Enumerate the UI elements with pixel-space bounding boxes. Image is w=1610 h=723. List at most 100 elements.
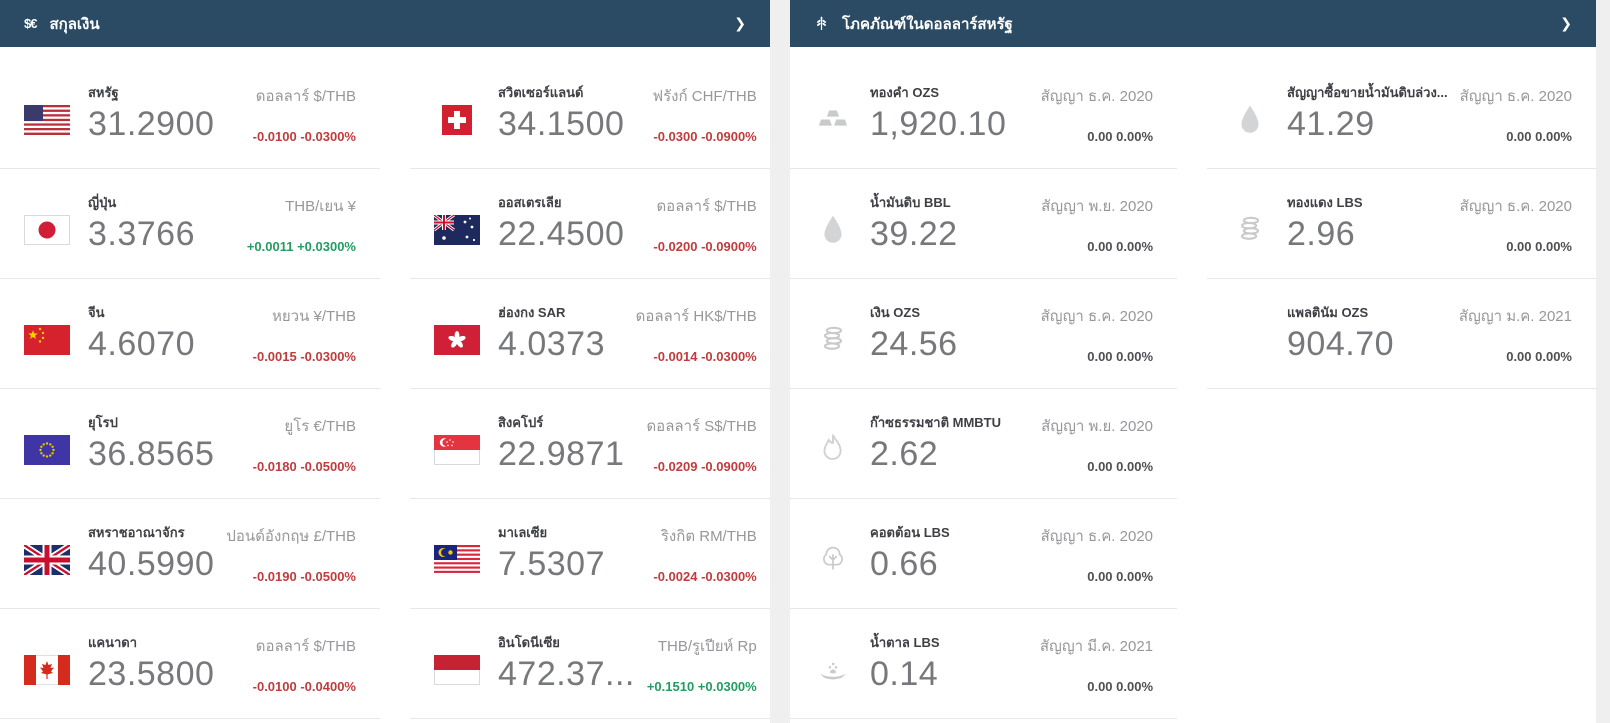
chevron-right-icon[interactable]: ❯ (1560, 15, 1572, 32)
contract-label: สัญญา พ.ย. 2020 (1041, 417, 1154, 435)
currency-pair-label: ปอนด์อังกฤษ £/THB (226, 527, 356, 545)
currency-card-hong-kong[interactable]: ฮ่องกง SAR 4.0373 ดอลลาร์ HK$/THB -0.0014 … (410, 279, 781, 389)
currency-price: 34.1500 (498, 105, 625, 144)
panel-divider (770, 0, 790, 723)
commodity-price: 904.70 (1287, 325, 1395, 364)
page-edge (1596, 0, 1610, 723)
sugar-spoon-icon (814, 650, 854, 688)
commodity-card-crude-futures[interactable]: สัญญาซื้อขายน้ำมันดิบล่วง... 41.29 สัญญา … (1207, 59, 1596, 169)
japan-flag-icon (24, 214, 70, 245)
currency-card-europe[interactable]: ยุโรป 36.8565 ยูโร €/THB -0.0180 -0.0500% (0, 389, 380, 499)
commodity-name: สัญญาซื้อขายน้ำมันดิบล่วง... (1287, 85, 1448, 101)
commodity-card-gold[interactable]: ทองคำ OZS 1,920.10 สัญญา ธ.ค. 2020 0.00 0.… (790, 59, 1178, 169)
currency-pair-label: ยูโร €/THB (284, 417, 356, 435)
wheat-icon (814, 15, 829, 33)
uk-flag-icon (24, 544, 70, 575)
dollar-euro-icon: $€ (24, 16, 38, 31)
currency-card-canada[interactable]: แคนาดา 23.5800 ดอลลาร์ $/THB -0.0100 -0.04… (0, 609, 380, 719)
commodity-card-cotton[interactable]: คอตต้อน LBS 0.66 สัญญา ธ.ค. 2020 0.00 0.00… (790, 499, 1178, 609)
currency-name: มาเลเซีย (498, 525, 548, 541)
commodity-name: คอตต้อน LBS (870, 525, 950, 541)
commodity-price: 41.29 (1287, 105, 1375, 144)
currency-name: ฮ่องกง SAR (498, 305, 566, 321)
commodity-change: 0.00 0.00% (1506, 348, 1572, 364)
contract-label: สัญญา ธ.ค. 2020 (1040, 87, 1154, 105)
us-flag-icon (24, 104, 70, 135)
currency-card-china[interactable]: จีน 4.6070 หยวน ¥/THB -0.0015 -0.0300% (0, 279, 380, 389)
commodity-price: 0.14 (870, 655, 939, 694)
commodity-change: 0.00 0.00% (1506, 128, 1572, 144)
market-quotes-page: $€ สกุลเงิน ❯ สหรัฐ 31.2900 ดอลลาร์ $/THB… (0, 0, 1610, 723)
currency-pair-label: ดอลลาร์ $/THB (656, 197, 757, 215)
currency-price: 36.8565 (88, 435, 215, 474)
currency-name: สิงคโปร์ (498, 415, 544, 431)
contract-label: สัญญา ธ.ค. 2020 (1459, 87, 1572, 105)
commodity-name: น้ำมันดิบ BBL (870, 195, 951, 211)
australia-flag-icon (434, 214, 480, 245)
currency-change: -0.0180 -0.0500% (252, 458, 356, 474)
contract-label: สัญญา พ.ย. 2020 (1041, 197, 1154, 215)
currency-price: 23.5800 (88, 655, 215, 694)
commodity-card-copper[interactable]: ทองแดง LBS 2.96 สัญญา ธ.ค. 2020 0.00 0.00% (1207, 169, 1596, 279)
commodity-price: 24.56 (870, 325, 958, 364)
currency-price: 7.5307 (498, 545, 605, 584)
currency-price: 4.0373 (498, 325, 605, 364)
contract-label: สัญญา ธ.ค. 2020 (1459, 197, 1572, 215)
currency-card-switzerland[interactable]: สวิตเซอร์แลนด์ 34.1500 ฟรังก์ CHF/THB -0.0… (410, 59, 781, 169)
cotton-icon (814, 540, 854, 578)
currency-change: -0.0209 -0.0900% (653, 458, 757, 474)
currency-change: -0.0100 -0.0400% (252, 678, 356, 694)
commodity-change: 0.00 0.00% (1506, 238, 1572, 254)
currency-price: 4.6070 (88, 325, 195, 364)
currency-name: สหราชอาณาจักร (88, 525, 185, 541)
currency-change: -0.0200 -0.0900% (653, 238, 757, 254)
commodity-card-natural-gas[interactable]: ก๊าซธรรมชาติ MMBTU 2.62 สัญญา พ.ย. 2020 0.… (790, 389, 1178, 499)
currency-pair-label: ดอลลาร์ S$/THB (646, 417, 757, 435)
currency-pair-label: ฟรังก์ CHF/THB (652, 87, 757, 105)
commodity-name: ทองแดง LBS (1287, 195, 1363, 211)
commodities-grid: ทองคำ OZS 1,920.10 สัญญา ธ.ค. 2020 0.00 0.… (790, 47, 1596, 719)
chevron-right-icon[interactable]: ❯ (734, 15, 746, 32)
currency-card-us[interactable]: สหรัฐ 31.2900 ดอลลาร์ $/THB -0.0100 -0.030… (0, 59, 380, 169)
currency-card-australia[interactable]: ออสเตรเลีย 22.4500 ดอลลาร์ $/THB -0.0200 -… (410, 169, 781, 279)
currency-name: อินโดนีเซีย (498, 635, 560, 651)
commodity-card-crude-bbl[interactable]: น้ำมันดิบ BBL 39.22 สัญญา พ.ย. 2020 0.00 0… (790, 169, 1178, 279)
currency-name: ยุโรป (88, 415, 118, 431)
commodity-card-sugar[interactable]: น้ำตาล LBS 0.14 สัญญา มี.ค. 2021 0.00 0.00… (790, 609, 1178, 719)
canada-flag-icon (24, 654, 70, 685)
currency-change: -0.0015 -0.0300% (252, 348, 356, 364)
currency-pair-label: หยวน ¥/THB (271, 307, 356, 325)
commodity-name: เงิน OZS (870, 305, 921, 321)
currency-card-japan[interactable]: ญี่ปุ่น 3.3766 THB/เยน ¥ +0.0011 +0.0300% (0, 169, 380, 279)
currency-price: 3.3766 (88, 215, 195, 254)
currencies-header[interactable]: $€ สกุลเงิน ❯ (0, 0, 770, 47)
flame-icon (814, 430, 854, 468)
currencies-title: สกุลเงิน (49, 15, 100, 33)
contract-label: สัญญา มี.ค. 2021 (1039, 637, 1154, 655)
malaysia-flag-icon (434, 544, 480, 575)
commodity-change: 0.00 0.00% (1087, 348, 1154, 364)
commodity-change: 0.00 0.00% (1087, 458, 1154, 474)
oil-drop-icon (814, 210, 854, 248)
commodity-card-platinum[interactable]: แพลตินัม OZS 904.70 สัญญา ม.ค. 2021 0.00 0… (1207, 279, 1596, 389)
commodity-change: 0.00 0.00% (1087, 568, 1154, 584)
currency-pair-label: THB/รูเปียห์ Rp (657, 637, 757, 655)
currency-name: แคนาดา (88, 635, 138, 651)
commodity-card-silver[interactable]: เงิน OZS 24.56 สัญญา ธ.ค. 2020 0.00 0.00% (790, 279, 1178, 389)
currency-change: +0.1510 +0.0300% (646, 678, 757, 694)
currencies-grid: สหรัฐ 31.2900 ดอลลาร์ $/THB -0.0100 -0.030… (0, 47, 781, 719)
currency-card-uk[interactable]: สหราชอาณาจักร 40.5990 ปอนด์อังกฤษ £/THB -0… (0, 499, 380, 609)
coin-stack-icon (1231, 210, 1271, 248)
currency-change: -0.0190 -0.0500% (252, 568, 356, 584)
currency-card-indonesia[interactable]: อินโดนีเซีย 472.37... THB/รูเปียห์ Rp +0.1… (410, 609, 781, 719)
currency-card-malaysia[interactable]: มาเลเซีย 7.5307 ริงกิต RM/THB -0.0024 -0.0… (410, 499, 781, 609)
commodity-name: ทองคำ OZS (870, 85, 940, 101)
commodities-title: โภคภัณฑ์ในดอลลาร์สหรัฐ (842, 15, 1013, 33)
currency-pair-label: ดอลลาร์ $/THB (255, 637, 356, 655)
currency-name: ออสเตรเลีย (498, 195, 562, 211)
commodity-change: 0.00 0.00% (1087, 678, 1154, 694)
currency-change: -0.0014 -0.0300% (653, 348, 757, 364)
currency-card-singapore[interactable]: สิงคโปร์ 22.9871 ดอลลาร์ S$/THB -0.0209 -0… (410, 389, 781, 499)
commodities-header[interactable]: โภคภัณฑ์ในดอลลาร์สหรัฐ ❯ (790, 0, 1596, 47)
commodity-change: 0.00 0.00% (1087, 128, 1154, 144)
